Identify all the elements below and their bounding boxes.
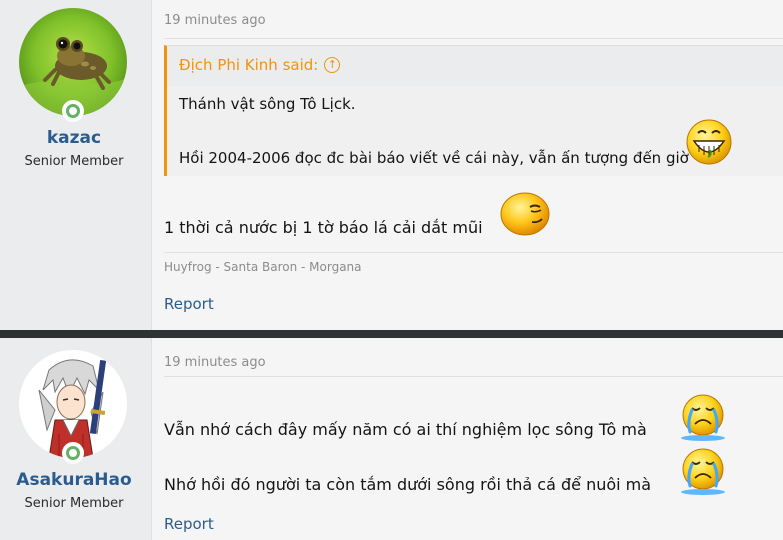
post-message-line: Nhớ hồi đó người ta còn tắm dưới sông rồ…	[164, 475, 652, 494]
post-time[interactable]: 19 minutes ago	[164, 13, 266, 28]
quote-line: Hồi 2004-2006 đọc đc bài báo viết về cái…	[179, 149, 689, 167]
post-message: 1 thời cả nước bị 1 tờ báo lá cải dắt mũ…	[164, 218, 483, 237]
post-separator	[0, 330, 783, 338]
crying-smiley-icon	[681, 394, 725, 441]
divider-line	[164, 376, 783, 377]
grin-smiley-icon	[686, 119, 732, 165]
user-info-column: AsakuraHao Senior Member	[0, 338, 152, 540]
quote-author[interactable]: Địch Phi Kinh said:	[179, 56, 318, 74]
online-status-icon	[62, 442, 84, 464]
report-link[interactable]: Report	[164, 295, 214, 313]
quote-header[interactable]: Địch Phi Kinh said: ↑	[179, 56, 341, 74]
user-signature: Huyfrog - Santa Baron - Morgana	[164, 260, 362, 274]
online-status-icon	[62, 100, 84, 122]
post-message-line: Vẫn nhớ cách đây mấy năm có ai thí nghiệ…	[164, 420, 647, 439]
user-title: Senior Member	[24, 154, 124, 169]
divider-line	[164, 38, 783, 39]
signature-divider	[164, 252, 783, 253]
report-link[interactable]: Report	[164, 515, 214, 533]
post-kazac: kazac Senior Member 19 minutes ago Địch …	[0, 0, 783, 330]
smirk-smiley-icon	[500, 192, 550, 236]
username[interactable]: AsakuraHao	[0, 470, 148, 490]
quote-line: Thánh vật sông Tô Lịck.	[179, 95, 356, 113]
quote-jump-icon[interactable]: ↑	[324, 57, 341, 73]
username[interactable]: kazac	[0, 128, 148, 148]
post-time[interactable]: 19 minutes ago	[164, 355, 266, 370]
crying-smiley-icon	[681, 448, 725, 495]
post-asakurahao: AsakuraHao Senior Member 19 minutes ago …	[0, 338, 783, 540]
user-info-column: kazac Senior Member	[0, 0, 152, 330]
user-title: Senior Member	[24, 496, 124, 511]
